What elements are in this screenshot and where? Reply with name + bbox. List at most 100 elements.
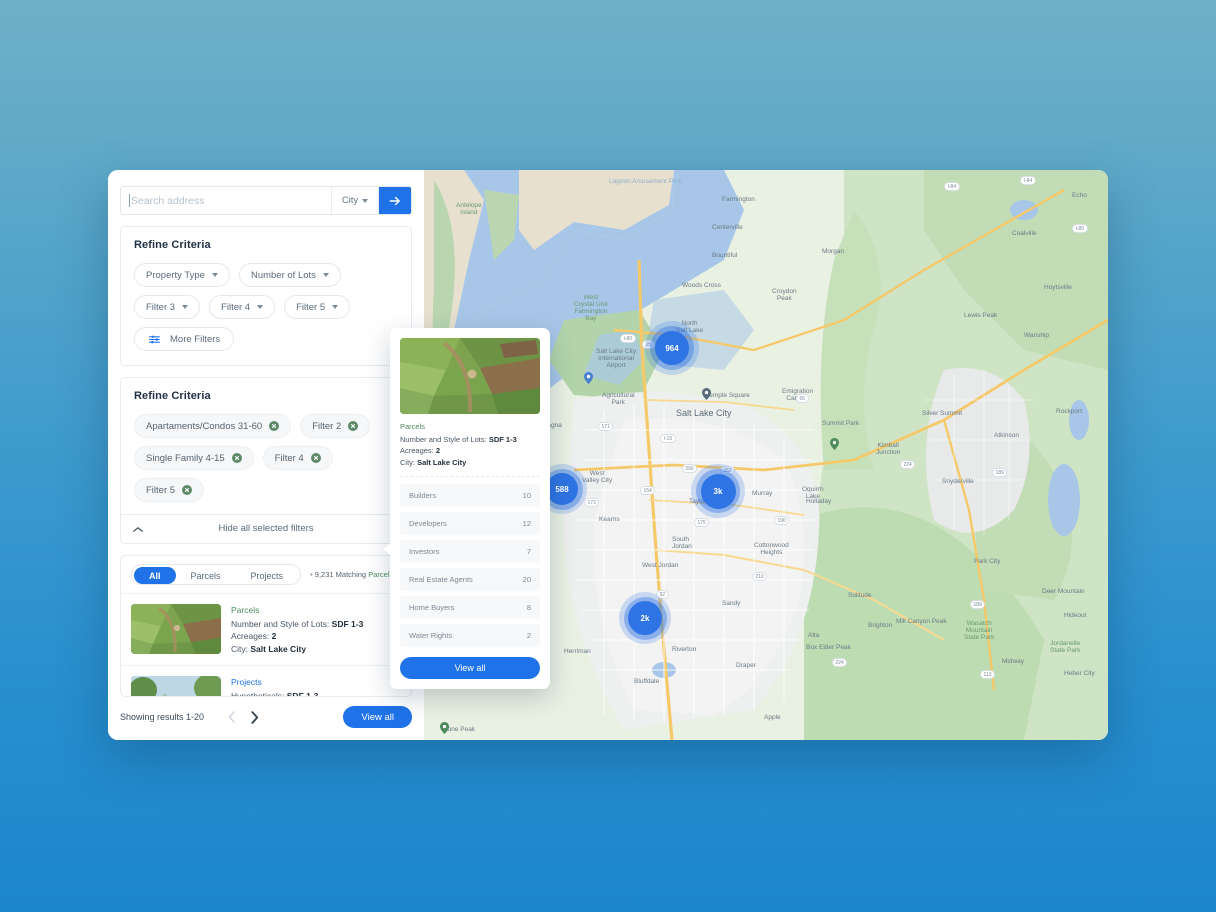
- selected-chip-label: Filter 5: [146, 484, 176, 496]
- stat-row-water-rights[interactable]: Water Rights 2: [400, 623, 540, 647]
- stat-row-home-buyers[interactable]: Home Buyers 8: [400, 595, 540, 619]
- stat-value: 2: [526, 630, 531, 640]
- popup-view-all-button[interactable]: View all: [400, 656, 540, 679]
- filter-3[interactable]: Filter 3: [134, 295, 201, 319]
- cluster-mid-ring: 2k: [623, 596, 667, 640]
- chevron-down-icon: [257, 305, 264, 309]
- map-detail-popup: Parcels Number and Style of Lots: SDF 1-…: [383, 328, 550, 689]
- chevron-left-icon: [228, 711, 235, 723]
- highway-shield: 175: [694, 518, 710, 527]
- selected-chip-filter-4[interactable]: Filter 4: [262, 446, 333, 470]
- selected-chip-filter-5[interactable]: Filter 5: [134, 478, 205, 502]
- popup-line-2-value: 2: [435, 446, 441, 456]
- filter-label: Filter 3: [146, 301, 176, 313]
- view-all-button[interactable]: View all: [343, 706, 412, 728]
- highway-shield: 171: [598, 422, 614, 431]
- selected-chip-label: Filter 2: [312, 420, 342, 432]
- city-dropdown[interactable]: City: [332, 187, 379, 214]
- left-panel: City Refine Criteria Property Type Numbe…: [108, 170, 424, 740]
- app-window: City Refine Criteria Property Type Numbe…: [108, 170, 1108, 740]
- selected-chip-filter-2[interactable]: Filter 2: [300, 414, 371, 438]
- more-filters-button[interactable]: More Filters: [134, 327, 235, 351]
- popup-line-1: Number and Style of Lots: SDF 1-3: [400, 434, 540, 445]
- selected-chip-apartments-condos[interactable]: Apartaments/Condos 31-60: [134, 414, 292, 438]
- popup-divider: [400, 475, 540, 477]
- match-word: Matching: [335, 570, 367, 579]
- stat-value: 20: [522, 574, 531, 584]
- line-1-label: Hypotheticals:: [231, 690, 285, 696]
- highway-shield: I-84: [1020, 176, 1036, 185]
- highway-shield: 189: [992, 468, 1008, 477]
- list-item[interactable]: Projects Hypotheticals: SDF 1-3 Acreages…: [121, 666, 411, 696]
- chevron-down-icon: [182, 305, 189, 309]
- tab-parcels[interactable]: Parcels: [176, 567, 236, 584]
- highway-shield: 190: [774, 516, 790, 525]
- filter-label: Filter 5: [296, 301, 326, 313]
- selected-criteria-card: Refine Criteria Apartaments/Condos 31-60…: [120, 377, 412, 515]
- selected-chip-label: Single Family 4-15: [146, 452, 225, 464]
- line-3-label: City:: [231, 643, 248, 654]
- refine-criteria-card: Refine Criteria Property Type Number of …: [120, 226, 412, 366]
- stat-row-real-estate-agents[interactable]: Real Estate Agents 20: [400, 567, 540, 591]
- map-cluster-marker[interactable]: 3k: [691, 464, 745, 518]
- list-item-line-3: City: Salt Lake City: [231, 643, 363, 655]
- aerial-farmland-photo: [131, 604, 221, 654]
- cluster-count: 3k: [700, 473, 736, 509]
- highway-shield: 173: [584, 498, 600, 507]
- filter-property-type[interactable]: Property Type: [134, 263, 230, 287]
- highway-shield: 224: [832, 658, 848, 667]
- hide-selected-filters-label: Hide all selected filters: [218, 523, 314, 534]
- stat-row-investors[interactable]: Investors 7: [400, 539, 540, 563]
- results-section: All Parcels Projects • 9,231 Matching Pa…: [120, 555, 412, 697]
- list-item-body: Projects Hypotheticals: SDF 1-3 Acreages…: [231, 676, 318, 696]
- selected-chip-single-family[interactable]: Single Family 4-15: [134, 446, 254, 470]
- results-list[interactable]: Parcels Number and Style of Lots: SDF 1-…: [121, 593, 411, 696]
- map-cluster-marker[interactable]: 2k: [619, 592, 671, 644]
- stat-value: 12: [522, 518, 531, 528]
- highway-shield: I-80: [620, 334, 636, 343]
- more-filters-label: More Filters: [170, 333, 221, 345]
- highway-shield: 113: [980, 670, 995, 679]
- search-submit-button[interactable]: [379, 187, 411, 214]
- filter-label: Property Type: [146, 269, 205, 281]
- filter-number-of-lots[interactable]: Number of Lots: [238, 263, 341, 287]
- selected-chip-label: Filter 4: [274, 452, 304, 464]
- list-item[interactable]: Parcels Number and Style of Lots: SDF 1-…: [121, 594, 411, 666]
- remove-filter-icon[interactable]: [269, 421, 280, 431]
- stat-row-builders[interactable]: Builders 10: [400, 483, 540, 507]
- stat-value: 10: [522, 490, 531, 500]
- popup-line-3-label: City:: [400, 457, 415, 467]
- remove-filter-icon[interactable]: [310, 453, 321, 463]
- chevron-right-icon: [251, 710, 259, 724]
- search-input-wrapper[interactable]: [121, 187, 332, 214]
- hide-selected-filters-button[interactable]: Hide all selected filters: [120, 514, 412, 544]
- next-page-button[interactable]: [250, 710, 259, 724]
- tab-all[interactable]: All: [134, 567, 176, 584]
- filter-5[interactable]: Filter 5: [284, 295, 351, 319]
- chevron-down-icon: [362, 198, 369, 203]
- aerial-farmland-photo: [400, 338, 540, 414]
- stat-label: Developers: [409, 518, 447, 528]
- cluster-mid-ring: 964: [650, 326, 694, 370]
- city-dropdown-label: City: [341, 195, 359, 206]
- cluster-count: 588: [546, 473, 578, 505]
- remove-filter-icon[interactable]: [182, 485, 193, 495]
- remove-filter-icon[interactable]: [348, 421, 359, 431]
- popup-line-3-value: Salt Lake City: [417, 457, 467, 467]
- cluster-mid-ring: 3k: [696, 469, 740, 513]
- filter-label: Filter 4: [221, 301, 251, 313]
- stat-row-developers[interactable]: Developers 12: [400, 511, 540, 535]
- line-1-value: SDF 1-3: [331, 619, 364, 629]
- remove-filter-icon[interactable]: [231, 453, 242, 463]
- list-item-line-1: Number and Style of Lots: SDF 1-3: [231, 618, 363, 630]
- search-input[interactable]: [130, 194, 331, 207]
- filter-4[interactable]: Filter 4: [209, 295, 276, 319]
- arrow-right-icon: [389, 196, 400, 205]
- tab-projects[interactable]: Projects: [236, 567, 299, 584]
- refine-criteria-title: Refine Criteria: [134, 239, 211, 251]
- highway-shield: 266: [682, 464, 698, 473]
- selected-criteria-title: Refine Criteria: [134, 390, 211, 402]
- prev-page-button[interactable]: [228, 711, 236, 723]
- stat-label: Builders: [409, 490, 437, 500]
- map-cluster-marker[interactable]: 964: [645, 321, 699, 375]
